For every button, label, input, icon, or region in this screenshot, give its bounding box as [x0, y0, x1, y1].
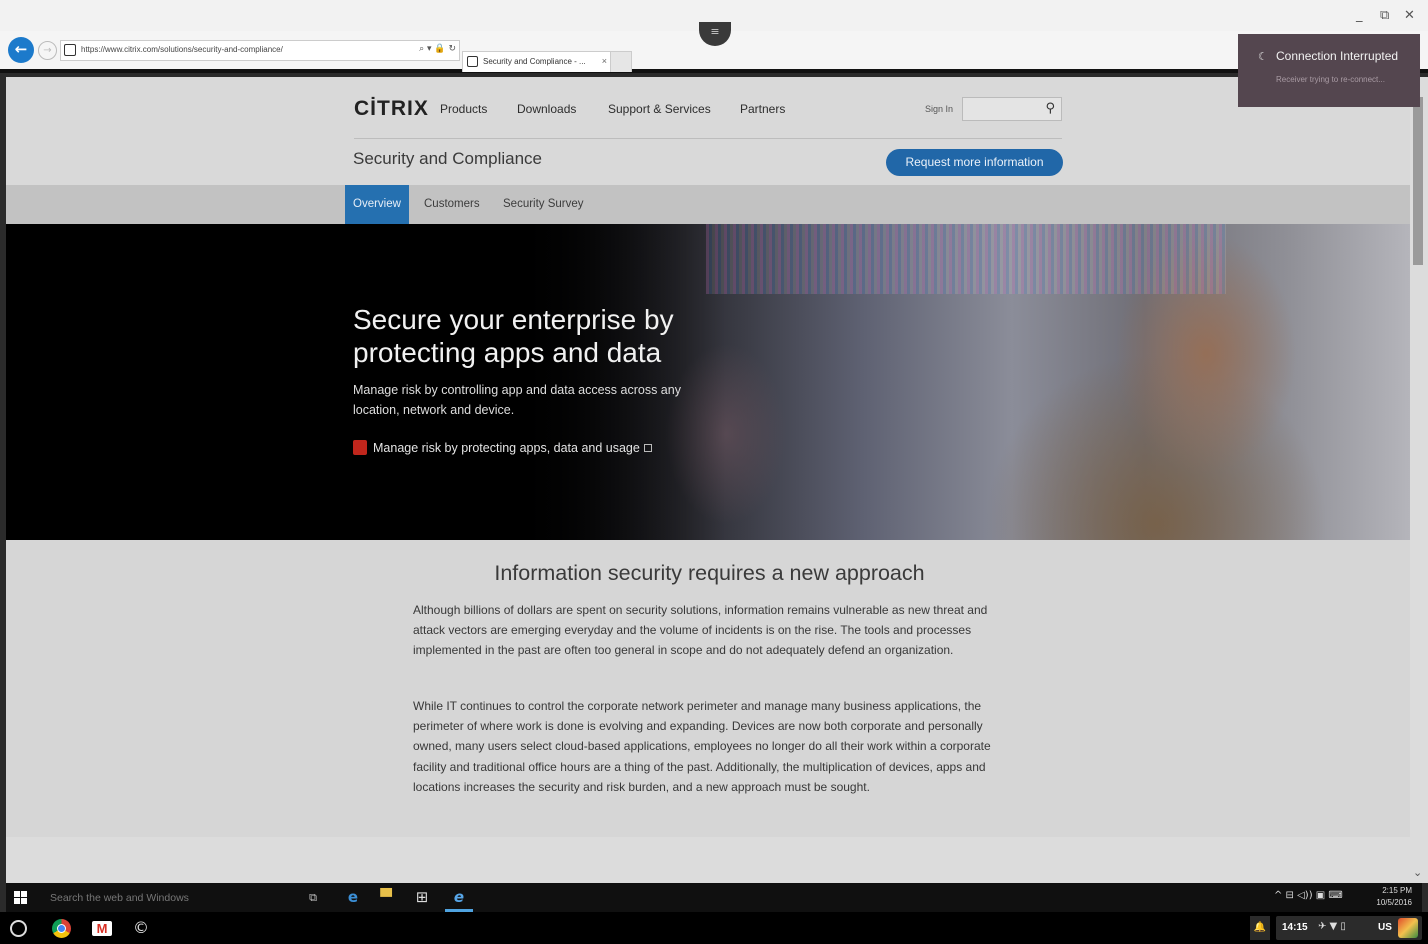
- web-page: CİTRIX Products Downloads Support & Serv…: [6, 77, 1410, 883]
- user-avatar: [1398, 918, 1418, 938]
- hero-photo-overlay: [706, 224, 1226, 294]
- nav-support-services[interactable]: Support & Services: [608, 102, 711, 116]
- gmail-icon[interactable]: M: [92, 921, 112, 936]
- hero-pdf-link[interactable]: Manage risk by protecting apps, data and…: [353, 439, 652, 457]
- file-explorer-icon[interactable]: ▀: [375, 887, 397, 908]
- request-info-button[interactable]: Request more information: [886, 149, 1063, 176]
- tab-security-survey[interactable]: Security Survey: [495, 185, 592, 224]
- nav-downloads[interactable]: Downloads: [517, 102, 576, 116]
- windows-taskbar: Search the web and Windows ⧉ e ▀ ⊞ e ^ ⊟…: [6, 883, 1422, 912]
- url-text[interactable]: https://www.citrix.com/solutions/securit…: [81, 45, 283, 54]
- toast-message: Receiver trying to re-connect...: [1276, 75, 1385, 84]
- minimize-button[interactable]: _: [1356, 8, 1363, 23]
- site-header: CİTRIX Products Downloads Support & Serv…: [6, 77, 1410, 185]
- internet-explorer-icon[interactable]: e: [448, 887, 470, 908]
- pdf-icon: [353, 440, 367, 456]
- hero-heading: Secure your enterprise by protecting app…: [353, 304, 674, 368]
- forward-button[interactable]: →: [38, 41, 57, 60]
- restore-button[interactable]: ⧉: [1380, 8, 1389, 23]
- browser-tab[interactable]: Security and Compliance - ... ×: [462, 51, 632, 72]
- page-below-fold: [6, 837, 1410, 883]
- nav-partners[interactable]: Partners: [740, 102, 785, 116]
- status-indicator-icons: ✈ ▼ ▯: [1318, 921, 1346, 932]
- site-favicon-icon: [64, 44, 76, 56]
- hero-banner: Secure your enterprise by protecting app…: [6, 224, 1410, 540]
- shelf-clock: 14:15: [1282, 922, 1308, 933]
- tab-close-icon[interactable]: ×: [602, 56, 607, 66]
- address-bar-tools[interactable]: ⌕ ▾ 🔒 ↻: [419, 44, 456, 54]
- chrome-icon[interactable]: [52, 919, 71, 938]
- back-button[interactable]: ←: [8, 37, 34, 63]
- launcher-icon[interactable]: [10, 920, 27, 937]
- chromeos-shelf: M © 🔔 14:15 ✈ ▼ ▯ US: [0, 912, 1428, 944]
- citrix-receiver-icon[interactable]: ©: [131, 918, 151, 938]
- taskbar-search-input[interactable]: Search the web and Windows: [50, 892, 189, 904]
- search-icon[interactable]: ⚲: [1045, 101, 1055, 116]
- toast-title: Connection Interrupted: [1276, 49, 1399, 63]
- header-divider: [354, 138, 1062, 139]
- taskbar-time[interactable]: 2:15 PM: [1382, 886, 1412, 895]
- page-scrollbar[interactable]: ⌄: [1410, 77, 1428, 883]
- pdf-link-label[interactable]: Manage risk by protecting apps, data and…: [373, 441, 640, 455]
- hero-subheading: Manage risk by controlling app and data …: [353, 383, 681, 417]
- system-tray-icons[interactable]: ^ ⊟ ◁)) ▣ ⌨: [1274, 890, 1343, 901]
- notification-bell-icon[interactable]: 🔔: [1250, 916, 1270, 940]
- site-search-input[interactable]: ⚲: [962, 97, 1062, 121]
- receiver-moon-icon: ☾: [1258, 50, 1268, 63]
- windows-start-icon[interactable]: [14, 891, 27, 904]
- section-title: Security and Compliance: [353, 149, 542, 168]
- content-heading: Information security requires a new appr…: [494, 561, 925, 585]
- close-window-button[interactable]: ✕: [1404, 8, 1415, 23]
- nav-products[interactable]: Products: [440, 102, 487, 116]
- task-view-icon[interactable]: ⧉: [302, 887, 324, 908]
- section-subnav: Overview Customers Security Survey: [6, 185, 1410, 224]
- content-paragraph: While IT continues to control the corpor…: [413, 699, 991, 794]
- status-area[interactable]: 14:15 ✈ ▼ ▯ US: [1276, 916, 1422, 940]
- tab-customers[interactable]: Customers: [416, 185, 488, 224]
- tab-overview[interactable]: Overview: [345, 185, 409, 224]
- tab-favicon-icon: [467, 56, 478, 67]
- content-section: Information security requires a new appr…: [6, 540, 1410, 837]
- citrix-logo[interactable]: CİTRIX: [354, 97, 429, 121]
- connection-toast[interactable]: ☾ Connection Interrupted Receiver trying…: [1238, 34, 1420, 107]
- input-locale: US: [1378, 922, 1392, 933]
- tab-title: Security and Compliance - ...: [483, 57, 586, 66]
- scroll-down-icon[interactable]: ⌄: [1413, 866, 1422, 879]
- sign-in-link[interactable]: Sign In: [925, 104, 953, 114]
- scrollbar-thumb[interactable]: [1413, 97, 1423, 265]
- new-tab-button[interactable]: [610, 51, 632, 72]
- edge-icon[interactable]: e: [342, 887, 364, 908]
- taskbar-date[interactable]: 10/5/2016: [1370, 898, 1412, 907]
- store-icon[interactable]: ⊞: [411, 887, 433, 908]
- address-bar[interactable]: https://www.citrix.com/solutions/securit…: [60, 40, 460, 61]
- external-link-icon: [643, 443, 652, 452]
- content-paragraph: Although billions of dollars are spent o…: [413, 603, 988, 658]
